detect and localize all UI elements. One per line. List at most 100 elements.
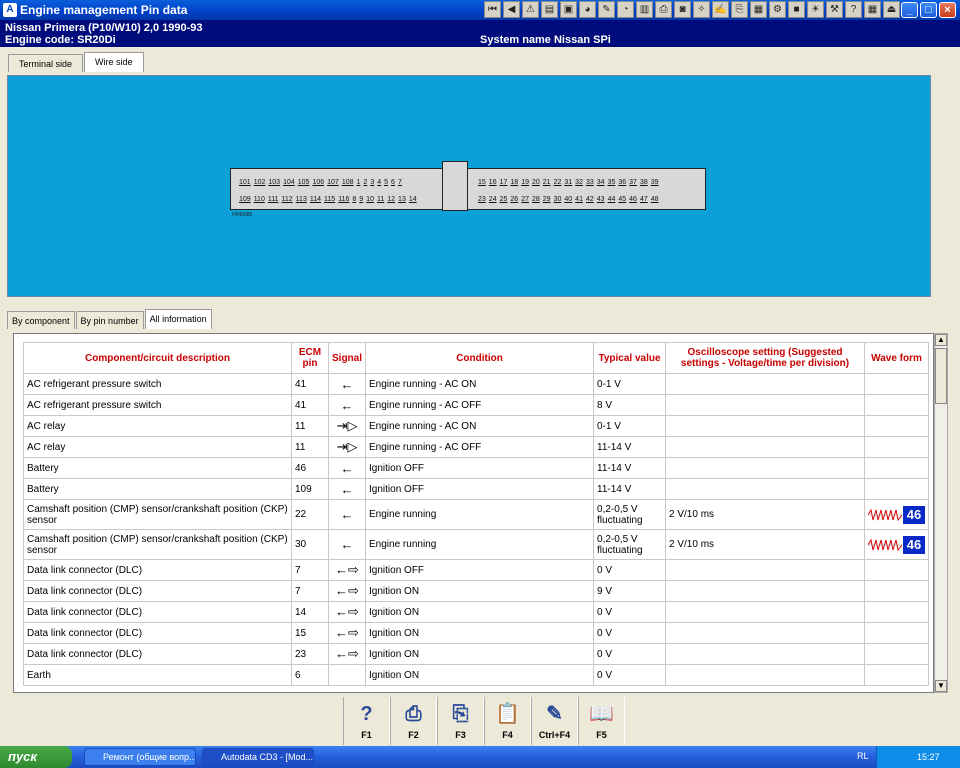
table-row[interactable]: Camshaft position (CMP) sensor/crankshaf… [23,499,930,530]
pin-label[interactable]: 21 [543,179,551,186]
first-icon[interactable]: ⏮ [484,1,501,18]
calc-icon[interactable]: ▦ [864,1,881,18]
pin-label[interactable]: 116 [338,196,349,203]
pin-label[interactable]: 17 [500,179,508,186]
pin-label[interactable]: 18 [510,179,518,186]
pin-label[interactable]: 48 [651,196,659,203]
table-row[interactable]: Earth 6 Ignition ON 0 V [23,664,930,686]
settings-icon[interactable]: ⚒ [826,1,843,18]
taskbar-task-repair[interactable]: Ремонт (общие вопр... [84,748,196,766]
scroll-thumb[interactable] [935,348,947,404]
table-row[interactable]: AC relay 11 ⇥▷ Engine running - AC OFF 11-14… [23,436,930,458]
pin-label[interactable]: 113 [296,196,307,203]
scroll-up-arrow[interactable]: ▲ [935,334,947,346]
stop-icon[interactable]: ■ [788,1,805,18]
table-row[interactable]: AC refrigerant pressure switch 41 ← Engine … [23,373,930,395]
fkey-f4[interactable]: 📋 F4 [484,697,531,745]
pin-label[interactable]: 47 [640,196,648,203]
table-row[interactable]: Data link connector (DLC) 15 ←⇨ Ignition ON… [23,622,930,644]
minimize-button[interactable]: _ [901,2,918,18]
pin-label[interactable]: 26 [510,196,518,203]
table-row[interactable]: Data link connector (DLC) 7 ←⇨ Ignition OFF… [23,559,930,581]
pin-label[interactable]: 101 [239,179,251,186]
pin-label[interactable]: 37 [629,179,637,186]
image-icon[interactable]: ▣ [560,1,577,18]
pin-label[interactable]: 11 [377,196,384,203]
pin-label[interactable]: 31 [564,179,572,186]
engine-icon[interactable]: ⚙ [769,1,786,18]
key-icon[interactable]: ✧ [693,1,710,18]
pin-label[interactable]: 14 [409,196,417,203]
tab-wire-side[interactable]: Wire side [84,52,144,72]
pin-label[interactable]: 112 [282,196,293,203]
pin-label[interactable]: 20 [532,179,540,186]
tools-icon[interactable]: ✎ [598,1,615,18]
pin-label[interactable]: 41 [575,196,583,203]
print-icon[interactable]: ⎙ [655,1,672,18]
document-icon[interactable]: ▤ [541,1,558,18]
pin-label[interactable]: 111 [268,196,279,203]
pin-label[interactable]: 45 [618,196,626,203]
table-row[interactable]: Data link connector (DLC) 7 ←⇨ Ignition ON 9… [23,580,930,602]
page-icon[interactable]: ▦ [750,1,767,18]
pin-label[interactable]: 1 [357,179,361,186]
edit-icon[interactable]: ✍ [712,1,729,18]
fkey-f3[interactable]: ⎘ F3 [437,697,484,745]
pin-label[interactable]: 23 [478,196,486,203]
scroll-down-arrow[interactable]: ▼ [935,680,947,692]
table-row[interactable]: Battery 109 ← Ignition OFF 11-14 V [23,478,930,500]
pin-label[interactable]: 108 [342,179,354,186]
tab-by-pin-number[interactable]: By pin number [75,311,144,329]
vertical-scrollbar[interactable]: ▲ ▼ [934,333,948,693]
book-icon[interactable]: ▥ [636,1,653,18]
warning-icon[interactable]: ⚠ [522,1,539,18]
tab-by-component[interactable]: By component [7,311,75,329]
pin-label[interactable]: 27 [521,196,529,203]
table-row[interactable]: Data link connector (DLC) 23 ←⇨ Ignition ON… [23,643,930,665]
tab-terminal-side[interactable]: Terminal side [8,54,84,72]
fkey-f2[interactable]: ⎙ F2 [390,697,437,745]
pin-label[interactable]: 22 [554,179,562,186]
pin-label[interactable]: 4 [377,179,381,186]
table-row[interactable]: Data link connector (DLC) 14 ←⇨ Ignition ON… [23,601,930,623]
pin-label[interactable]: 44 [608,196,616,203]
pin-label[interactable]: 106 [312,179,324,186]
pin-label[interactable]: 115 [324,196,335,203]
pin-label[interactable]: 9 [359,196,363,203]
pin-label[interactable]: 109 [239,196,251,203]
prev-icon[interactable]: ◀ [503,1,520,18]
start-button[interactable]: пуск [0,746,72,768]
pin-label[interactable]: 8 [352,196,356,203]
pin-label[interactable]: 43 [597,196,605,203]
pin-label[interactable]: 102 [254,179,266,186]
pin-label[interactable]: 114 [310,196,321,203]
pin-label[interactable]: 104 [283,179,295,186]
gauge-icon[interactable]: ◔ [617,1,634,18]
waveform-icon[interactable]: 46 [868,505,926,525]
car-icon[interactable]: ◙ [674,1,691,18]
pin-label[interactable]: 46 [629,196,637,203]
waveform-icon[interactable]: 46 [868,535,926,555]
pin-label[interactable]: 35 [608,179,616,186]
pin-label[interactable]: 32 [575,179,583,186]
pin-label[interactable]: 2 [363,179,367,186]
pin-label[interactable]: 10 [366,196,374,203]
pin-label[interactable]: 105 [298,179,310,186]
pin-label[interactable]: 42 [586,196,594,203]
pin-label[interactable]: 5 [384,179,388,186]
maximize-button[interactable]: □ [920,2,937,18]
pin-label[interactable]: 6 [391,179,395,186]
pin-label[interactable]: 33 [586,179,594,186]
close-button[interactable]: × [939,2,956,18]
pin-label[interactable]: 36 [618,179,626,186]
language-indicator[interactable]: RL [857,751,869,761]
fkey-f1[interactable]: ? F1 [343,697,390,745]
pin-label[interactable]: 13 [398,196,406,203]
fkey-f5[interactable]: 📖 F5 [578,697,625,745]
pin-label[interactable]: 103 [268,179,280,186]
pin-label[interactable]: 40 [564,196,572,203]
cell-wave[interactable]: 46 [864,529,930,560]
table-row[interactable]: Battery 46 ← Ignition OFF 11-14 V [23,457,930,479]
exit-icon[interactable]: ⏏ [883,1,900,18]
pin-label[interactable]: 16 [489,179,497,186]
